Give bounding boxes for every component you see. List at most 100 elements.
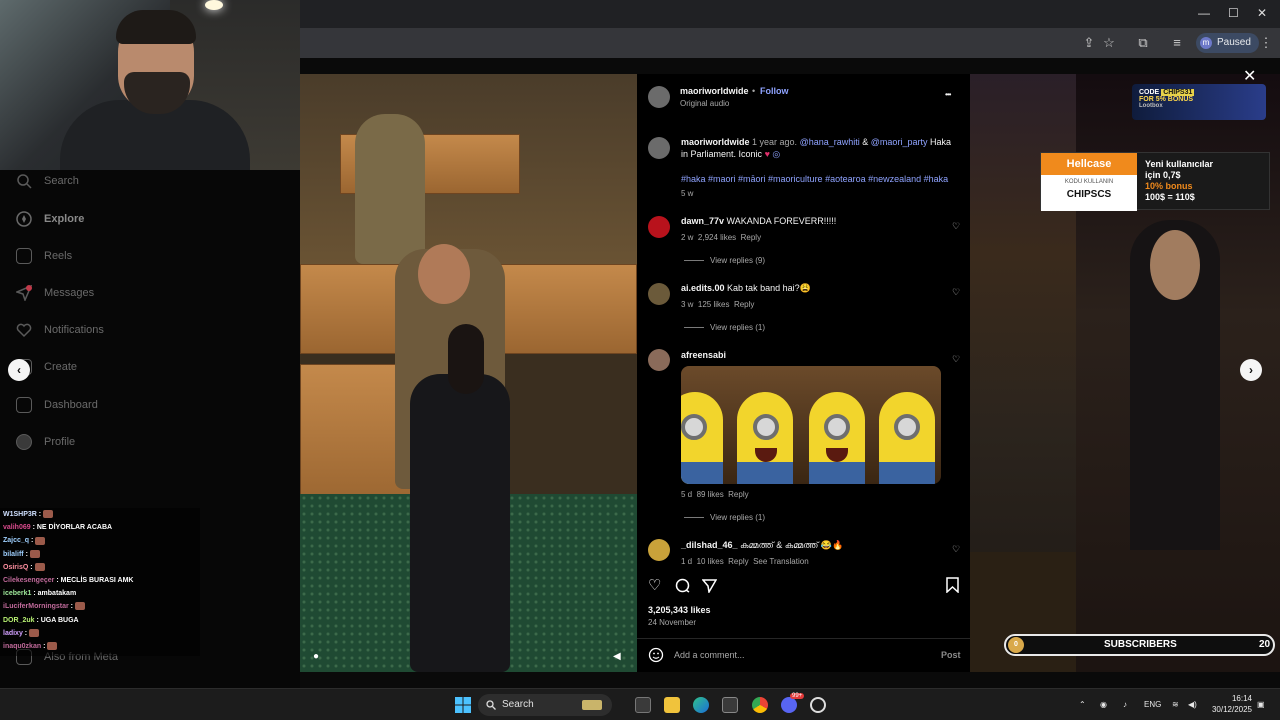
- like-icon[interactable]: ♡: [648, 576, 661, 594]
- chat-username[interactable]: W1SHP3R: [3, 511, 37, 518]
- caption-username[interactable]: maoriworldwide: [681, 137, 750, 147]
- comment-likes[interactable]: 10 likes: [697, 557, 724, 566]
- comment-like-icon[interactable]: ♡: [951, 354, 961, 364]
- close-window-button[interactable]: ✕: [1257, 6, 1267, 20]
- sidebar-item-messages[interactable]: Messages: [16, 282, 94, 304]
- reply-button[interactable]: Reply: [728, 557, 748, 566]
- reply-button[interactable]: Reply: [728, 490, 748, 499]
- video-profile-icon[interactable]: ●: [313, 651, 319, 662]
- author-avatar[interactable]: [648, 86, 670, 108]
- tray-discord-icon[interactable]: ◉: [1100, 689, 1107, 720]
- see-translation-button[interactable]: See Translation: [753, 557, 809, 566]
- comment-username[interactable]: dawn_77v: [681, 216, 724, 226]
- follow-button[interactable]: Follow: [760, 86, 789, 96]
- chat-username[interactable]: iLuciferMorningstar: [3, 603, 69, 610]
- comment-like-icon[interactable]: ♡: [951, 287, 961, 297]
- reply-button[interactable]: Reply: [734, 300, 754, 309]
- clock-time[interactable]: 16:14: [1212, 694, 1252, 703]
- extensions-icon[interactable]: ⧉: [1135, 35, 1151, 51]
- obs-icon[interactable]: [810, 697, 826, 713]
- chat-username[interactable]: Cilekesengeçer: [3, 577, 54, 584]
- caption-line-2: in Parliament. Iconic ♥ ◎: [681, 149, 780, 160]
- chat-username[interactable]: valih069: [3, 524, 31, 531]
- share-icon[interactable]: [702, 578, 717, 593]
- taskbar-search-box[interactable]: Search: [478, 694, 612, 716]
- comment-avatar[interactable]: [648, 349, 670, 371]
- save-bookmark-icon[interactable]: [946, 577, 959, 593]
- chat-username[interactable]: ladixy: [3, 630, 23, 637]
- store-icon[interactable]: [722, 697, 738, 713]
- comment-likes[interactable]: 89 likes: [697, 490, 724, 499]
- profile-paused-button[interactable]: m Paused: [1196, 33, 1259, 53]
- comment-gif-minions[interactable]: [681, 366, 941, 484]
- view-replies-button[interactable]: View replies (9): [684, 256, 765, 265]
- chat-username[interactable]: bilaliff: [3, 551, 24, 558]
- comment-username[interactable]: afreensabi: [681, 350, 726, 360]
- mention-hana[interactable]: @hana_rawhiti: [800, 137, 860, 147]
- reply-button[interactable]: Reply: [741, 233, 761, 242]
- close-post-icon[interactable]: ✕: [1243, 66, 1256, 86]
- comment-avatar[interactable]: [648, 539, 670, 561]
- post-comment-button[interactable]: Post: [941, 650, 961, 660]
- minimize-button[interactable]: —: [1198, 6, 1210, 20]
- sidebar-item-dashboard[interactable]: Dashboard: [16, 394, 98, 416]
- install-app-icon[interactable]: ⇪: [1081, 35, 1097, 51]
- author-username[interactable]: maoriworldwide: [680, 86, 749, 96]
- audio-label[interactable]: Original audio: [680, 99, 729, 108]
- comment-icon[interactable]: [675, 578, 690, 593]
- ad-hell-line4: 100$ = 110$: [1145, 192, 1195, 202]
- media-control-icon[interactable]: ≡: [1169, 35, 1185, 51]
- ad-hell-brand: Hellcase: [1041, 153, 1137, 175]
- chat-username[interactable]: Zajcc_q: [3, 537, 29, 544]
- emoji-icon[interactable]: [648, 647, 664, 663]
- sidebar-item-label: Notifications: [44, 324, 104, 336]
- comment-like-icon[interactable]: ♡: [951, 221, 961, 231]
- tray-overflow-icon[interactable]: ⌃: [1079, 689, 1086, 720]
- discord-icon[interactable]: [781, 697, 797, 713]
- caption-avatar[interactable]: [648, 137, 670, 159]
- bookmark-star-icon[interactable]: ☆: [1101, 35, 1117, 51]
- microphone-icon[interactable]: ♪: [1123, 689, 1127, 720]
- likes-count[interactable]: 3,205,343 likes: [648, 605, 711, 615]
- more-options-icon[interactable]: •••: [945, 90, 951, 99]
- sidebar-item-search[interactable]: Search: [16, 170, 79, 192]
- comment-avatar[interactable]: [648, 283, 670, 305]
- view-replies-button[interactable]: View replies (1): [684, 513, 765, 522]
- sidebar-item-reels[interactable]: Reels: [16, 245, 72, 267]
- volume-icon[interactable]: ◀): [1188, 689, 1197, 720]
- wifi-icon[interactable]: ≋: [1172, 689, 1179, 720]
- comment-username[interactable]: ai.edits.00: [681, 283, 725, 293]
- sidebar-item-profile[interactable]: Profile: [16, 431, 75, 453]
- chat-emote-icon: [43, 510, 54, 519]
- view-replies-button[interactable]: View replies (1): [684, 323, 765, 332]
- chrome-browser-icon[interactable]: [752, 697, 768, 713]
- mention-maori-party[interactable]: @maori_party: [871, 137, 928, 147]
- chat-username[interactable]: iceberk1: [3, 590, 31, 597]
- comment-username[interactable]: _dilshad_46_: [681, 540, 738, 550]
- comment-like-icon[interactable]: ♡: [951, 544, 961, 554]
- browser-menu-icon[interactable]: ⋮: [1258, 35, 1274, 51]
- next-post-button[interactable]: ›: [1240, 359, 1262, 381]
- comment-avatar[interactable]: [648, 216, 670, 238]
- language-indicator[interactable]: ENG: [1144, 689, 1161, 720]
- comment-age: 2 w: [681, 233, 694, 242]
- maximize-button[interactable]: ☐: [1228, 6, 1239, 20]
- caption-hashtags[interactable]: #haka #maori #māori #maoriculture #aotea…: [681, 174, 948, 184]
- chat-username[interactable]: inaqu0zkan: [3, 643, 41, 650]
- post-video[interactable]: ● ◀: [300, 74, 637, 672]
- comment-likes[interactable]: 125 likes: [698, 300, 730, 309]
- comment-input[interactable]: Add a comment...: [674, 650, 745, 660]
- chat-username[interactable]: DOR_2uk: [3, 617, 35, 624]
- file-explorer-icon[interactable]: [664, 697, 680, 713]
- clock-date[interactable]: 30/12/2025: [1204, 705, 1252, 714]
- edge-browser-icon[interactable]: [693, 697, 709, 713]
- notification-bell-icon[interactable]: ▣: [1257, 689, 1265, 720]
- task-view-icon[interactable]: [635, 697, 651, 713]
- comment-likes[interactable]: 2,924 likes: [698, 233, 736, 242]
- video-mute-icon[interactable]: ◀: [613, 651, 621, 662]
- previous-post-button[interactable]: ‹: [8, 359, 30, 381]
- windows-start-icon[interactable]: [455, 697, 471, 713]
- chat-username[interactable]: OsirisQ: [3, 564, 28, 571]
- sidebar-item-notifications[interactable]: Notifications: [16, 319, 104, 341]
- sidebar-item-explore[interactable]: Explore: [16, 208, 84, 230]
